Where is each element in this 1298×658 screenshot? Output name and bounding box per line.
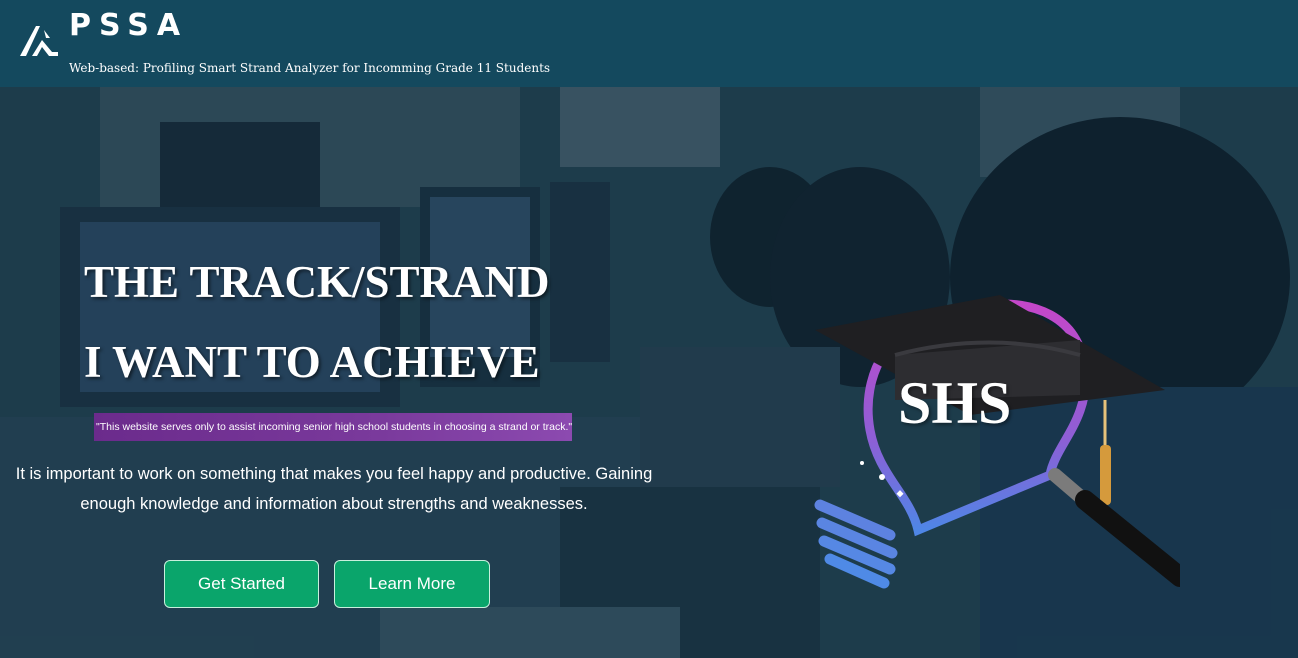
site-tagline: Web-based: Profiling Smart Strand Analyz… — [69, 61, 551, 75]
hero-headline-line2: I WANT TO ACHIEVE — [84, 337, 540, 387]
hero-headline-line1: THE TRACK/STRAND — [84, 257, 550, 307]
pssa-logo-icon[interactable] — [18, 22, 60, 60]
site-header: PSSA Web-based: Profiling Smart Strand A… — [0, 0, 1298, 87]
brand-name[interactable]: PSSA — [69, 8, 188, 43]
hero-description: It is important to work on something tha… — [15, 465, 653, 513]
learn-more-button[interactable]: Learn More — [334, 560, 490, 608]
disclaimer-banner: "This website serves only to assist inco… — [94, 413, 572, 441]
get-started-button[interactable]: Get Started — [164, 560, 319, 608]
hero-section: THE TRACK/STRAND I WANT TO ACHIEVE "This… — [0, 87, 1298, 658]
shs-label: SHS — [898, 370, 1012, 436]
